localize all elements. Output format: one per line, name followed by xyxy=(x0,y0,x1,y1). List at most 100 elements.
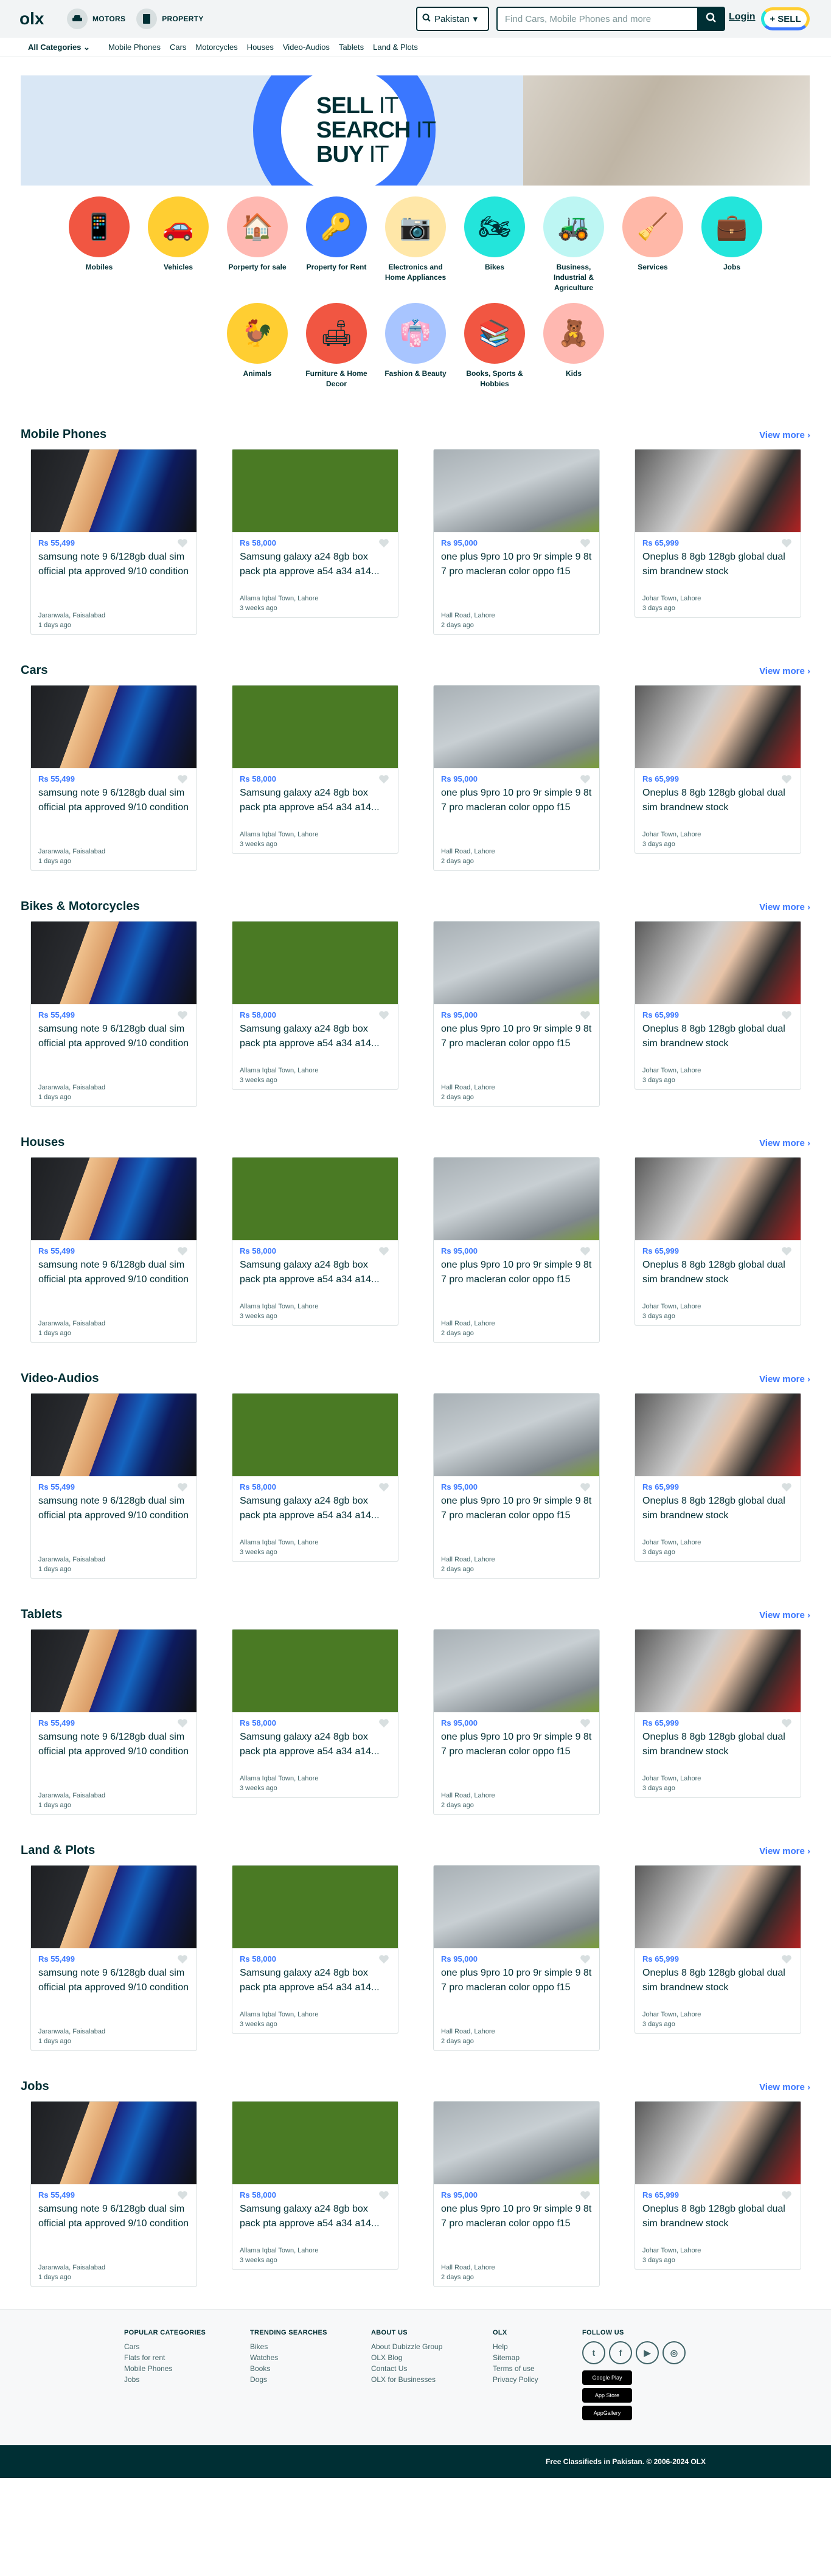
listing-card[interactable]: Rs 55,499 samsung note 9 6/128gb dual sim… xyxy=(30,1865,197,2051)
heart-icon[interactable] xyxy=(580,1954,591,1967)
footer-link[interactable]: Watches xyxy=(250,2352,327,2363)
view-more-link[interactable]: View more › xyxy=(759,1374,810,1386)
category-item[interactable]: 👘 Fashion & Beauty xyxy=(376,303,455,389)
category-item[interactable]: 🔑 Property for Rent xyxy=(297,196,376,293)
heart-icon[interactable] xyxy=(378,2190,389,2203)
facebook-icon[interactable]: f xyxy=(609,2341,632,2364)
heart-icon[interactable] xyxy=(378,1482,389,1495)
listing-card[interactable]: Rs 65,999 Oneplus 8 8gb 128gb global dual… xyxy=(635,1157,801,1326)
listing-card[interactable]: Rs 58,000 Samsung galaxy a24 8gb box pack… xyxy=(232,1393,398,1562)
heart-icon[interactable] xyxy=(378,774,389,787)
view-more-link[interactable]: View more › xyxy=(759,1610,810,1622)
footer-link[interactable]: Mobile Phones xyxy=(124,2363,206,2374)
listing-card[interactable]: Rs 58,000 Samsung galaxy a24 8gb box pack… xyxy=(232,921,398,1090)
heart-icon[interactable] xyxy=(580,538,591,551)
heart-icon[interactable] xyxy=(177,1954,188,1967)
listing-card[interactable]: Rs 58,000 Samsung galaxy a24 8gb box pack… xyxy=(232,449,398,618)
footer-link[interactable]: Terms of use xyxy=(493,2363,538,2374)
nav-link-motorcycles[interactable]: Motorcycles xyxy=(195,43,237,52)
listing-card[interactable]: Rs 55,499 samsung note 9 6/128gb dual sim… xyxy=(30,2101,197,2287)
listing-card[interactable]: Rs 95,000 one plus 9pro 10 pro 9r simple … xyxy=(433,449,600,635)
footer-link[interactable]: Cars xyxy=(124,2341,206,2352)
heart-icon[interactable] xyxy=(378,1954,389,1967)
listing-card[interactable]: Rs 95,000 one plus 9pro 10 pro 9r simple … xyxy=(433,1393,600,1579)
category-item[interactable]: 🏍 Bikes xyxy=(455,196,534,293)
view-more-link[interactable]: View more › xyxy=(759,1138,810,1150)
footer-link[interactable]: Books xyxy=(250,2363,327,2374)
nav-link-tablets[interactable]: Tablets xyxy=(339,43,364,52)
listing-card[interactable]: Rs 65,999 Oneplus 8 8gb 128gb global dual… xyxy=(635,1629,801,1798)
vertical-property[interactable]: PROPERTY xyxy=(136,9,203,29)
app-store-badge[interactable]: App Store xyxy=(582,2388,632,2403)
listing-card[interactable]: Rs 95,000 one plus 9pro 10 pro 9r simple … xyxy=(433,1157,600,1343)
view-more-link[interactable]: View more › xyxy=(759,666,810,678)
promo-banner[interactable]: SELL IT SEARCH IT BUY IT xyxy=(21,75,810,186)
location-select[interactable]: Pakistan ▾ xyxy=(416,7,489,31)
listing-card[interactable]: Rs 65,999 Oneplus 8 8gb 128gb global dual… xyxy=(635,685,801,854)
heart-icon[interactable] xyxy=(378,538,389,551)
heart-icon[interactable] xyxy=(378,1010,389,1023)
heart-icon[interactable] xyxy=(781,1246,792,1259)
heart-icon[interactable] xyxy=(781,1010,792,1023)
heart-icon[interactable] xyxy=(580,1010,591,1023)
nav-link-land-plots[interactable]: Land & Plots xyxy=(373,43,418,52)
listing-card[interactable]: Rs 55,499 samsung note 9 6/128gb dual sim… xyxy=(30,1157,197,1343)
nav-link-cars[interactable]: Cars xyxy=(170,43,186,52)
listing-card[interactable]: Rs 65,999 Oneplus 8 8gb 128gb global dual… xyxy=(635,921,801,1090)
footer-link[interactable]: Dogs xyxy=(250,2374,327,2385)
nav-link-video-audios[interactable]: Video-Audios xyxy=(283,43,330,52)
listing-card[interactable]: Rs 58,000 Samsung galaxy a24 8gb box pack… xyxy=(232,1157,398,1326)
instagram-icon[interactable]: ◎ xyxy=(662,2341,686,2364)
listing-card[interactable]: Rs 65,999 Oneplus 8 8gb 128gb global dual… xyxy=(635,2101,801,2270)
listing-card[interactable]: Rs 58,000 Samsung galaxy a24 8gb box pack… xyxy=(232,1629,398,1798)
category-item[interactable]: 📱 Mobiles xyxy=(60,196,139,293)
heart-icon[interactable] xyxy=(177,1246,188,1259)
footer-link[interactable]: Sitemap xyxy=(493,2352,538,2363)
listing-card[interactable]: Rs 58,000 Samsung galaxy a24 8gb box pack… xyxy=(232,1865,398,2034)
google-play-badge[interactable]: Google Play xyxy=(582,2370,632,2385)
category-item[interactable]: 🧸 Kids xyxy=(534,303,613,389)
view-more-link[interactable]: View more › xyxy=(759,1846,810,1858)
footer-link[interactable]: Jobs xyxy=(124,2374,206,2385)
footer-link[interactable]: Help xyxy=(493,2341,538,2352)
vertical-motors[interactable]: MOTORS xyxy=(67,9,125,29)
youtube-icon[interactable]: ▶ xyxy=(636,2341,659,2364)
heart-icon[interactable] xyxy=(781,1954,792,1967)
listing-card[interactable]: Rs 55,499 samsung note 9 6/128gb dual sim… xyxy=(30,449,197,635)
search-button[interactable] xyxy=(697,7,725,31)
twitter-icon[interactable]: t xyxy=(582,2341,605,2364)
listing-card[interactable]: Rs 58,000 Samsung galaxy a24 8gb box pack… xyxy=(232,685,398,854)
all-categories-dropdown[interactable]: All Categories ⌄ xyxy=(28,43,90,52)
category-item[interactable]: 🚗 Vehicles xyxy=(139,196,218,293)
category-item[interactable]: 💼 Jobs xyxy=(692,196,771,293)
heart-icon[interactable] xyxy=(781,1718,792,1731)
footer-link[interactable]: Flats for rent xyxy=(124,2352,206,2363)
sell-button[interactable]: + SELL xyxy=(761,7,810,30)
nav-link-houses[interactable]: Houses xyxy=(247,43,274,52)
category-item[interactable]: 🚜 Business, Industrial & Agriculture xyxy=(534,196,613,293)
footer-link[interactable]: Privacy Policy xyxy=(493,2374,538,2385)
olx-logo[interactable]: olx xyxy=(19,9,56,29)
listing-card[interactable]: Rs 95,000 one plus 9pro 10 pro 9r simple … xyxy=(433,921,600,1107)
category-item[interactable]: 🐓 Animals xyxy=(218,303,297,389)
category-item[interactable]: 📚 Books, Sports & Hobbies xyxy=(455,303,534,389)
login-link[interactable]: Login xyxy=(729,12,756,23)
heart-icon[interactable] xyxy=(378,1246,389,1259)
heart-icon[interactable] xyxy=(177,1482,188,1495)
heart-icon[interactable] xyxy=(177,774,188,787)
heart-icon[interactable] xyxy=(580,1718,591,1731)
heart-icon[interactable] xyxy=(781,774,792,787)
footer-link[interactable]: Bikes xyxy=(250,2341,327,2352)
footer-link[interactable]: Contact Us xyxy=(371,2363,442,2374)
heart-icon[interactable] xyxy=(177,2190,188,2203)
listing-card[interactable]: Rs 95,000 one plus 9pro 10 pro 9r simple … xyxy=(433,2101,600,2287)
view-more-link[interactable]: View more › xyxy=(759,430,810,442)
category-item[interactable]: 🛋 Furniture & Home Decor xyxy=(297,303,376,389)
listing-card[interactable]: Rs 95,000 one plus 9pro 10 pro 9r simple … xyxy=(433,685,600,871)
heart-icon[interactable] xyxy=(177,1010,188,1023)
listing-card[interactable]: Rs 65,999 Oneplus 8 8gb 128gb global dual… xyxy=(635,1865,801,2034)
heart-icon[interactable] xyxy=(580,774,591,787)
heart-icon[interactable] xyxy=(781,2190,792,2203)
footer-link[interactable]: OLX Blog xyxy=(371,2352,442,2363)
category-item[interactable]: 🏠 Porperty for sale xyxy=(218,196,297,293)
